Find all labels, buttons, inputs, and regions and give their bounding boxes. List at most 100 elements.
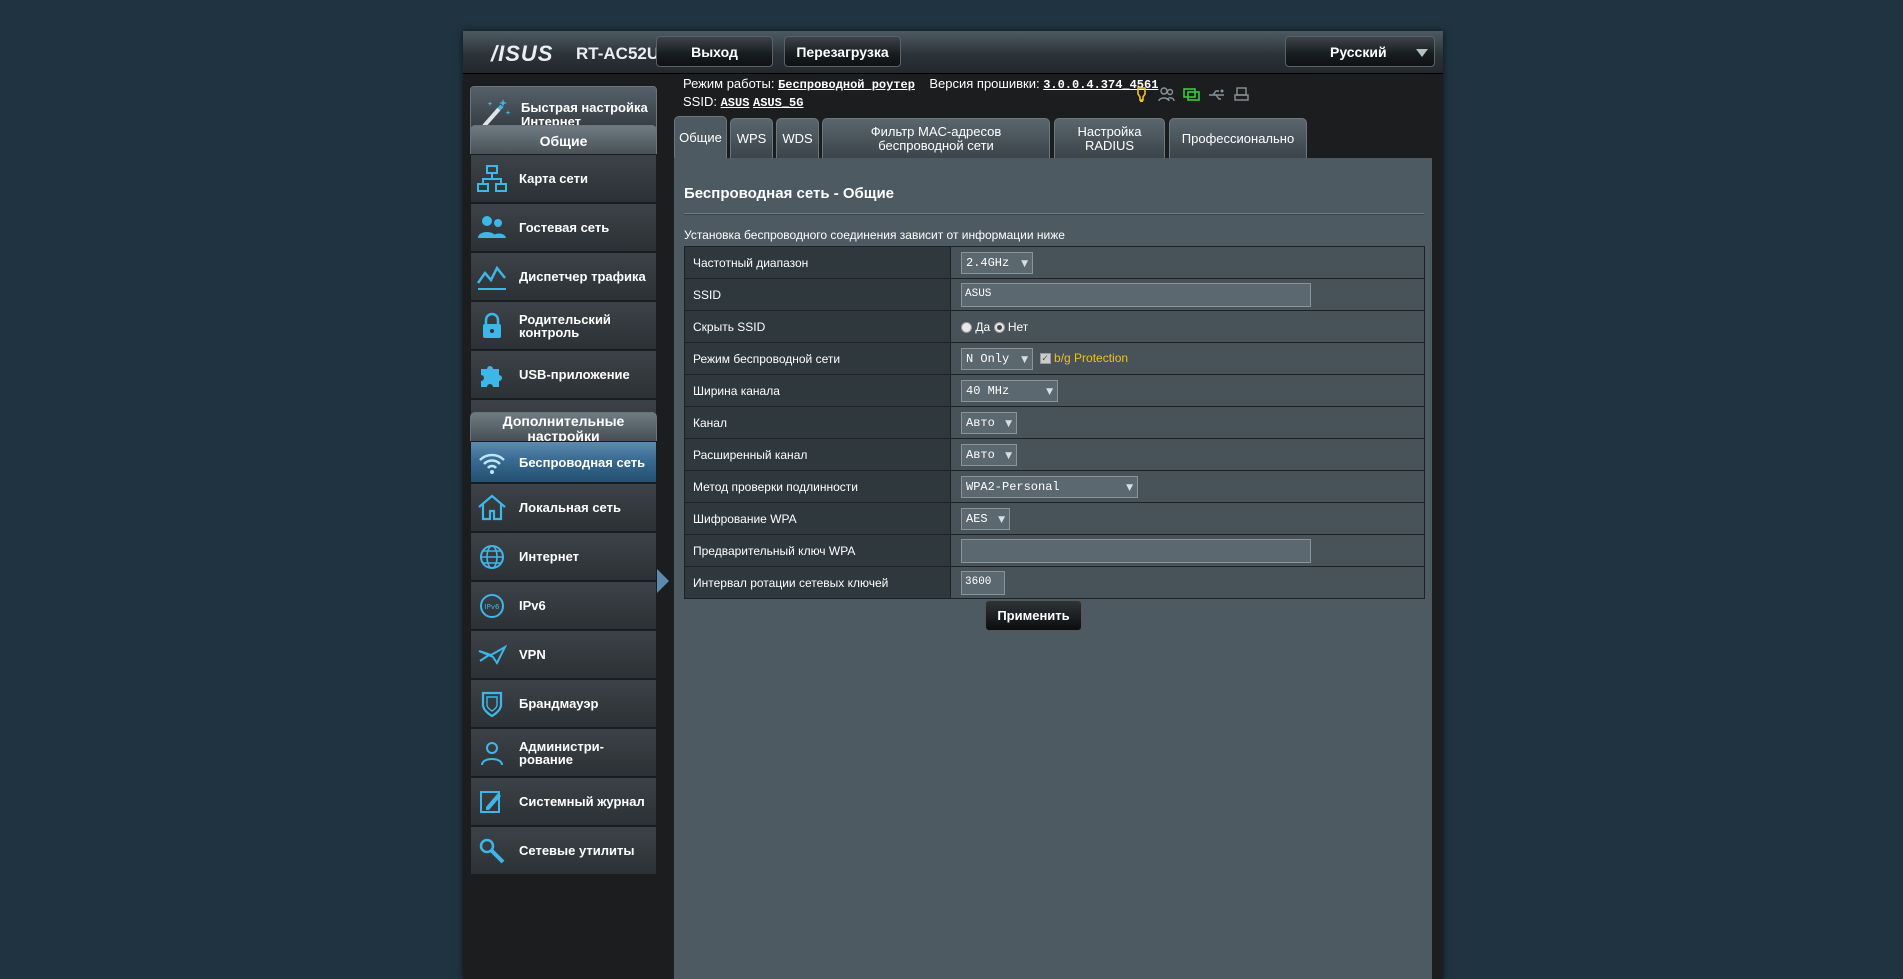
hide-ssid-label: Скрыть SSID bbox=[684, 310, 951, 343]
sidebar-item-guest-network[interactable]: Гостевая сеть bbox=[470, 203, 657, 252]
sidebar-item-label: Сетевые утилиты bbox=[519, 843, 635, 858]
ssid-link-2[interactable]: ASUS_5G bbox=[753, 96, 803, 110]
ssid-line: SSID: ASUS ASUS_5G bbox=[683, 94, 803, 110]
svg-text:IPv6: IPv6 bbox=[485, 603, 500, 611]
admin-user-icon bbox=[477, 739, 507, 767]
sidebar-item-network-tools[interactable]: Сетевые утилиты bbox=[470, 826, 657, 875]
channel-width-select[interactable]: 40 MHz ▼ bbox=[961, 379, 1058, 402]
sidebar-item-administration[interactable]: Администри-рование bbox=[470, 728, 657, 777]
dropdown-arrow-icon: ▼ bbox=[1021, 354, 1028, 365]
auth-method-select[interactable]: WPA2-Personal ▼ bbox=[961, 475, 1138, 498]
tab-wps[interactable]: WPS bbox=[730, 118, 773, 158]
ext-channel-label: Расширенный канал bbox=[684, 438, 951, 471]
ext-channel-cell: Авто ▼ bbox=[950, 438, 1425, 471]
sidebar-item-label: IPv6 bbox=[519, 598, 546, 613]
network-map-icon bbox=[477, 165, 507, 193]
apply-button[interactable]: Применить bbox=[985, 600, 1082, 631]
ssid-label: SSID: bbox=[683, 94, 717, 109]
ssid-input[interactable]: ASUS bbox=[961, 282, 1311, 307]
hide-ssid-cell: Да Нет bbox=[950, 310, 1425, 343]
reboot-button[interactable]: Перезагрузка bbox=[784, 36, 901, 67]
ssid-field-label: SSID bbox=[684, 278, 951, 311]
sidebar-item-vpn[interactable]: VPN bbox=[470, 630, 657, 679]
language-select[interactable]: Русский bbox=[1285, 36, 1435, 67]
sidebar-item-usb-app[interactable]: USB-приложение bbox=[470, 350, 657, 399]
sidebar-item-label: Гостевая сеть bbox=[519, 220, 610, 235]
usb-icon[interactable] bbox=[1208, 86, 1225, 103]
wpa-encryption-value: AES bbox=[966, 511, 988, 526]
ssid-link-1[interactable]: ASUS bbox=[721, 96, 750, 110]
sidebar-item-label: Локальная сеть bbox=[519, 500, 621, 515]
title-divider bbox=[684, 213, 1424, 215]
language-label: Русский bbox=[1330, 43, 1387, 60]
tab-wds[interactable]: WDS bbox=[776, 118, 819, 158]
chevron-down-icon bbox=[1416, 49, 1428, 57]
computer-icon[interactable] bbox=[1183, 86, 1200, 103]
wpa-encryption-select[interactable]: AES ▼ bbox=[961, 507, 1010, 530]
bg-protection-label: b/g Protection bbox=[1054, 350, 1129, 365]
sidebar-item-ipv6[interactable]: IPv6 IPv6 bbox=[470, 581, 657, 630]
bg-protection-checkbox[interactable]: ✓ bbox=[1039, 353, 1051, 364]
wireless-mode-select[interactable]: N Only ▼ bbox=[961, 347, 1033, 370]
sidebar-item-network-map[interactable]: Карта сети bbox=[470, 154, 657, 203]
table-row: Ширина канала 40 MHz ▼ bbox=[684, 374, 1425, 407]
page-title: Беспроводная сеть - Общие bbox=[684, 185, 895, 202]
rekey-interval-cell: 3600 bbox=[950, 566, 1425, 599]
channel-select[interactable]: Авто ▼ bbox=[961, 411, 1017, 434]
wireless-mode-value: N Only bbox=[966, 351, 1010, 366]
active-item-pointer bbox=[657, 569, 669, 593]
ext-channel-select[interactable]: Авто ▼ bbox=[961, 443, 1017, 466]
table-row: Предварительный ключ WPA bbox=[684, 534, 1425, 567]
globe-icon bbox=[477, 543, 507, 571]
sidebar-item-label: Родительский контроль bbox=[519, 311, 611, 340]
parental-lock-icon bbox=[477, 312, 507, 340]
lightbulb-icon[interactable] bbox=[1133, 86, 1150, 103]
printer-icon[interactable] bbox=[1233, 86, 1250, 103]
hide-ssid-no-radio[interactable] bbox=[993, 321, 1005, 333]
sidebar-item-label: Интернет bbox=[519, 549, 580, 564]
rekey-interval-label: Интервал ротации сетевых ключей bbox=[684, 566, 951, 599]
tab-professional[interactable]: Профессионально bbox=[1169, 118, 1307, 158]
sidebar-item-label: VPN bbox=[519, 647, 546, 662]
clients-icon[interactable] bbox=[1158, 86, 1175, 103]
channel-width-cell: 40 MHz ▼ bbox=[950, 374, 1425, 407]
hide-ssid-yes-radio[interactable] bbox=[961, 321, 972, 333]
dropdown-arrow-icon: ▼ bbox=[1005, 418, 1012, 429]
tab-mac-filter[interactable]: Фильтр MAC-адресов беспроводной сети bbox=[822, 118, 1050, 158]
wpa-psk-input[interactable] bbox=[961, 538, 1311, 563]
guest-network-icon bbox=[477, 214, 507, 242]
tab-general[interactable]: Общие bbox=[674, 116, 727, 159]
sidebar-item-lan[interactable]: Локальная сеть bbox=[470, 483, 657, 532]
shield-icon bbox=[477, 690, 507, 718]
band-select[interactable]: 2.4GHz ▼ bbox=[961, 251, 1033, 274]
sidebar-item-system-log[interactable]: Системный журнал bbox=[470, 777, 657, 826]
logout-button[interactable]: Выход bbox=[656, 36, 773, 67]
page-description: Установка беспроводного соединения завис… bbox=[684, 228, 1065, 242]
rekey-interval-input[interactable]: 3600 bbox=[961, 570, 1005, 595]
dropdown-arrow-icon: ▼ bbox=[1046, 386, 1053, 397]
sidebar-item-parental-control[interactable]: Родительский контроль bbox=[470, 301, 657, 350]
table-row: Шифрование WPA AES ▼ bbox=[684, 502, 1425, 535]
channel-label: Канал bbox=[684, 406, 951, 439]
dropdown-arrow-icon: ▼ bbox=[998, 514, 1005, 525]
wpa-encryption-label: Шифрование WPA bbox=[684, 502, 951, 535]
log-icon bbox=[477, 788, 507, 816]
sidebar-item-wireless[interactable]: Беспроводная сеть bbox=[470, 441, 657, 483]
mode-link[interactable]: Беспроводной роутер bbox=[778, 78, 915, 92]
sidebar-item-traffic-manager[interactable]: Диспетчер трафика bbox=[470, 252, 657, 301]
router-frame: /ISUS RT-AC52U Выход Перезагрузка Русски… bbox=[463, 31, 1443, 979]
tab-radius[interactable]: Настройка RADIUS bbox=[1054, 118, 1165, 158]
auth-method-label: Метод проверки подлинности bbox=[684, 470, 951, 503]
wireless-mode-label: Режим беспроводной сети bbox=[684, 342, 951, 375]
sidebar-item-internet[interactable]: Интернет bbox=[470, 532, 657, 581]
auth-method-value: WPA2-Personal bbox=[966, 479, 1060, 494]
vpn-icon bbox=[477, 641, 508, 669]
table-row: Скрыть SSID Да Нет bbox=[684, 310, 1425, 343]
sidebar-item-label: Карта сети bbox=[519, 171, 588, 186]
top-bar: /ISUS RT-AC52U Выход Перезагрузка Русски… bbox=[463, 31, 1443, 74]
home-icon bbox=[477, 494, 507, 522]
band-label: Частотный диапазон bbox=[684, 246, 951, 279]
hide-ssid-yes-label: Да bbox=[975, 319, 991, 334]
table-row: Интервал ротации сетевых ключей 3600 bbox=[684, 566, 1425, 599]
sidebar-item-firewall[interactable]: Брандмауэр bbox=[470, 679, 657, 728]
